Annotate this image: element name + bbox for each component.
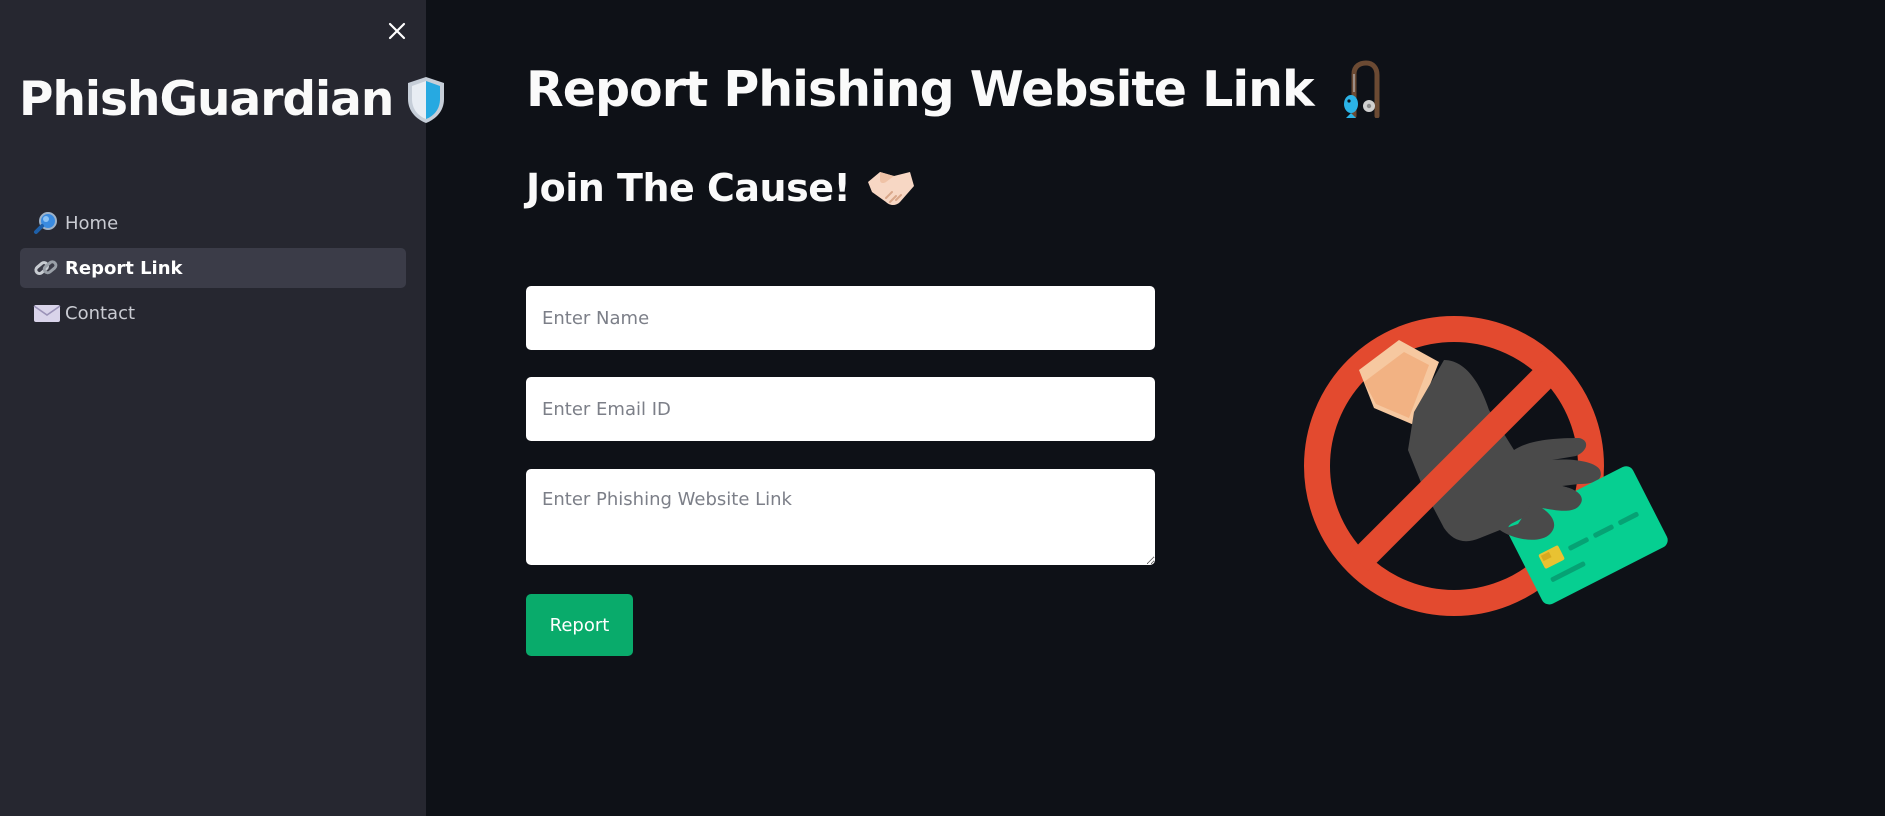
email-input[interactable] [526,377,1155,441]
fishing-icon [1343,60,1380,118]
sidebar: PhishGuardian Home Report Link Contact [0,0,445,816]
subtitle: Join The Cause! [526,166,916,210]
sidebar-nav: Home Report Link Contact [20,203,406,338]
phishing-link-textarea[interactable] [526,469,1155,565]
page-title: Report Phishing Website Link [526,60,1382,118]
name-input[interactable] [526,286,1155,350]
sidebar-item-home[interactable]: Home [20,203,406,243]
report-button[interactable]: Report [526,594,633,656]
sidebar-item-label: Contact [65,302,136,324]
illustration [1304,300,1684,640]
subtitle-text: Join The Cause! [526,166,851,210]
magnifier-icon [33,211,61,235]
sidebar-item-label: Home [65,212,119,234]
sidebar-item-contact[interactable]: Contact [20,293,406,333]
sidebar-item-report-link[interactable]: Report Link [20,248,406,288]
app-title: PhishGuardian [19,72,447,127]
sidebar-item-label: Report Link [65,257,183,279]
link-icon [33,256,61,280]
close-icon [388,22,406,40]
close-sidebar-button[interactable] [384,18,410,44]
page-title-text: Report Phishing Website Link [526,60,1315,118]
main-content: Report Phishing Website Link Join The Ca… [426,0,1885,816]
app-title-text: PhishGuardian [19,72,394,127]
envelope-icon [33,301,61,325]
no-card-theft-icon [1304,316,1668,616]
handshake-icon [868,172,915,205]
